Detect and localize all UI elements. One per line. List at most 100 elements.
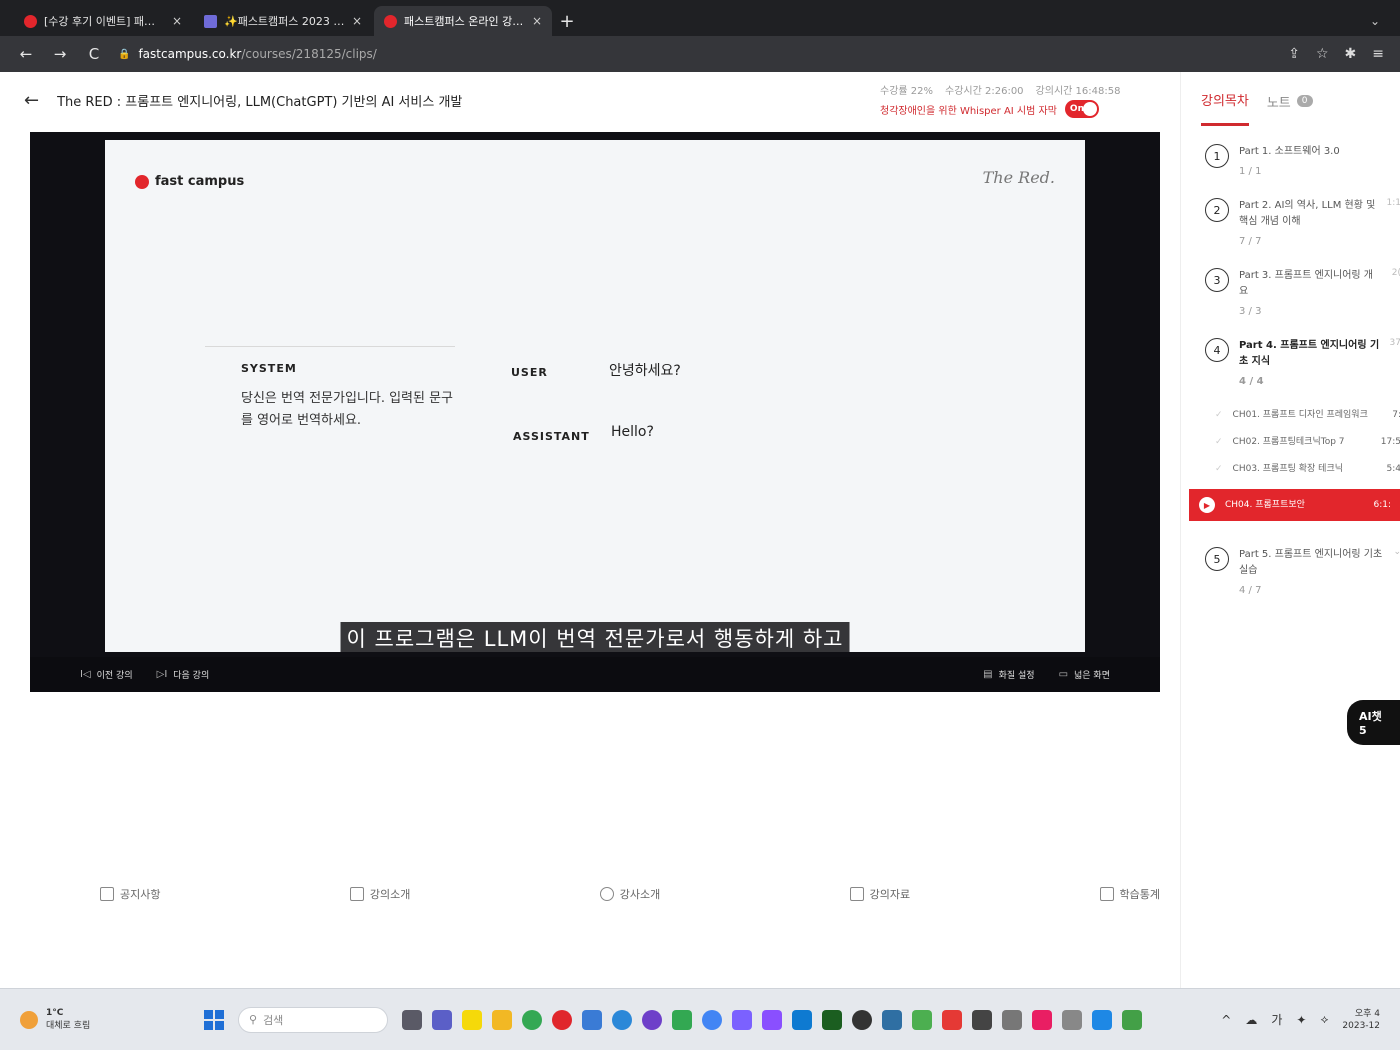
chapter-item[interactable]: ✓ CH01. 프롬프트 디자인 프레임워크 7: <box>1215 408 1400 423</box>
part-item-current[interactable]: 4 Part 4. 프롬프트 엔지니어링 기초 지식 4 / 4 37 <box>1205 338 1400 390</box>
chapter-item[interactable]: ✓ CH03. 프롬프팅 확장 테크닉 5:4 <box>1215 462 1400 477</box>
sourcetree-icon[interactable] <box>912 1009 932 1030</box>
taskbar-search[interactable]: ⚲ 검색 <box>238 1006 388 1033</box>
visual-studio-icon[interactable] <box>762 1009 782 1030</box>
kakaotalk-icon[interactable] <box>462 1009 482 1030</box>
google-icon[interactable] <box>702 1009 722 1030</box>
download-icon <box>849 887 864 901</box>
chapter-item-active[interactable]: ▶ CH04. 프롬프트보안 6:1: <box>1189 489 1400 521</box>
remote-desktop-icon[interactable] <box>882 1009 902 1030</box>
new-tab-button[interactable]: + <box>554 6 580 36</box>
ai-chatbot-button[interactable]: AI챗5 <box>1347 700 1400 745</box>
windows-start-icon[interactable] <box>204 1009 224 1030</box>
part-title: Part 4. 프롬프트 엔지니어링 기초 지식 <box>1239 340 1380 367</box>
volume-icon[interactable]: ⟡ <box>1320 1012 1328 1027</box>
extensions-icon[interactable]: ✱ <box>1345 46 1357 62</box>
share-icon[interactable]: ⇪ <box>1288 46 1300 62</box>
forward-icon[interactable]: → <box>50 45 70 63</box>
address-bar[interactable]: 🔒 fastcampus.co.kr/courses/218125/clips/ <box>118 47 1274 61</box>
tab-label: 노트 <box>1266 95 1291 111</box>
close-tab-icon[interactable]: × <box>352 14 362 28</box>
chapter-title: CH04. 프롬프트보안 <box>1225 499 1305 510</box>
chapter-item[interactable]: ✓ CH02. 프롬프팅테크닉Top 7 17:5 <box>1215 435 1400 450</box>
obsidian-icon[interactable] <box>732 1009 752 1030</box>
quality-icon: ▤ <box>983 669 993 680</box>
prev-lecture-button[interactable]: I◁ 이전 강의 <box>80 668 133 681</box>
next-lecture-button[interactable]: ▷I 다음 강의 <box>157 668 210 681</box>
terminal-icon[interactable] <box>972 1009 992 1030</box>
reload-icon[interactable]: C <box>84 45 104 63</box>
app-icon[interactable] <box>1032 1009 1052 1030</box>
whisper-toggle[interactable]: On <box>1064 100 1099 118</box>
cloud-icon[interactable]: ☁ <box>1245 1013 1257 1027</box>
opera-icon[interactable] <box>552 1009 572 1030</box>
browser-tab-1[interactable]: [수강 후기 이벤트] 패캠과 함께 × <box>14 6 192 36</box>
logo-text: fast campus <box>155 174 245 189</box>
course-title: The RED : 프롬프트 엔지니어링, LLM(ChatGPT) 기반의 A… <box>57 95 463 110</box>
snipping-tool-icon[interactable] <box>582 1009 602 1030</box>
tab-label: 공지사항 <box>120 888 161 901</box>
notepad-icon[interactable] <box>1122 1009 1142 1030</box>
weather-widget[interactable]: 1°C 대체로 흐림 <box>20 1008 190 1031</box>
tray-overflow-icon[interactable]: ^ <box>1221 1013 1231 1027</box>
window-icon[interactable] <box>1002 1009 1022 1030</box>
close-tab-icon[interactable]: × <box>532 14 542 28</box>
back-icon[interactable]: ← <box>16 45 36 63</box>
tab-statistics[interactable]: 학습통계 <box>1099 886 1160 902</box>
pycharm-icon[interactable] <box>822 1009 842 1030</box>
task-view-icon[interactable] <box>402 1009 422 1030</box>
quality-button[interactable]: ▤ 화질 설정 <box>983 668 1034 681</box>
settings-icon[interactable] <box>1062 1009 1082 1030</box>
tab-search-chevron-icon[interactable]: ⌄ <box>1370 6 1380 36</box>
menu-icon[interactable]: ≡ <box>1372 46 1384 62</box>
chrome-icon[interactable] <box>522 1009 542 1030</box>
vscode-icon[interactable] <box>792 1009 812 1030</box>
tab-notices[interactable]: 공지사항 <box>100 886 160 902</box>
toggle-knob <box>1082 102 1097 116</box>
file-explorer-icon[interactable] <box>492 1009 512 1030</box>
part-progress: 7 / 7 <box>1239 236 1262 247</box>
video-player[interactable]: fast campus The Red. SYSTEM 당신은 번역 전문가입니… <box>30 132 1160 692</box>
tab-curriculum[interactable]: 강의목차 <box>1201 90 1249 126</box>
user-text: 안녕하세요? <box>609 363 681 379</box>
slide-divider <box>205 346 455 347</box>
ime-indicator[interactable]: 가 <box>1271 1011 1282 1028</box>
fastcampus-favicon-icon <box>24 14 37 28</box>
expand-chevron-icon[interactable]: ⌄ <box>1393 547 1400 599</box>
progress-stats: 수강률 22% 수강시간 2:26:00 강의시간 16:48:58 <box>880 82 1120 97</box>
part-item[interactable]: 2 Part 2. AI의 역사, LLM 현황 및 핵심 개념 이해 7 / 7… <box>1205 198 1400 250</box>
app-icon[interactable] <box>942 1009 962 1030</box>
tab-instructor[interactable]: 강사소개 <box>599 886 660 902</box>
app-icon[interactable] <box>852 1009 872 1030</box>
wide-screen-button[interactable]: ▭ 넓은 화면 <box>1059 668 1110 681</box>
app-icon[interactable] <box>1092 1009 1112 1030</box>
edge-icon[interactable] <box>612 1009 632 1030</box>
system-label: SYSTEM <box>241 362 297 375</box>
clock[interactable]: 오후 4 2023-12 <box>1342 1008 1380 1032</box>
time: 오후 4 <box>1354 1008 1380 1019</box>
chapter-duration: 7: <box>1392 410 1400 420</box>
tab-materials[interactable]: 강의자료 <box>849 886 910 902</box>
wifi-icon[interactable]: ✦ <box>1296 1013 1306 1027</box>
part-item[interactable]: 5 Part 5. 프롬프트 엔지니어링 기초 실습 4 / 7 ⌄ <box>1205 547 1400 599</box>
weather-icon <box>20 1010 38 1029</box>
url-path: /courses/218125/clips/ <box>241 47 377 61</box>
browser-tab-3[interactable]: 패스트캠퍼스 온라인 강의 - Th × <box>374 6 552 36</box>
part-number: 2 <box>1205 198 1229 222</box>
sidebar-tabs: 강의목차 노트 0 <box>1181 72 1400 126</box>
part-item[interactable]: 1 Part 1. 소프트웨어 3.0 1 / 1 <box>1205 144 1400 180</box>
close-tab-icon[interactable]: × <box>172 14 182 28</box>
document-favicon-icon <box>204 14 217 28</box>
bookmark-star-icon[interactable]: ☆ <box>1316 46 1329 62</box>
tab-course-intro[interactable]: 강의소개 <box>349 886 410 902</box>
github-icon[interactable] <box>642 1009 662 1030</box>
calendar-icon[interactable] <box>672 1009 692 1030</box>
part-progress: 3 / 3 <box>1239 306 1262 317</box>
part-item[interactable]: 3 Part 3. 프롬프트 엔지니어링 개요 3 / 3 2( <box>1205 268 1400 320</box>
teams-icon[interactable] <box>432 1009 452 1030</box>
browser-tab-2[interactable]: ✨패스트캠퍼스 2023 수강 후기 × <box>194 6 372 36</box>
completion-rate: 수강률 22% <box>880 86 934 97</box>
tab-notes[interactable]: 노트 0 <box>1267 90 1313 126</box>
back-arrow-icon[interactable]: ← <box>24 90 39 111</box>
next-lecture-label: 다음 강의 <box>173 671 210 681</box>
